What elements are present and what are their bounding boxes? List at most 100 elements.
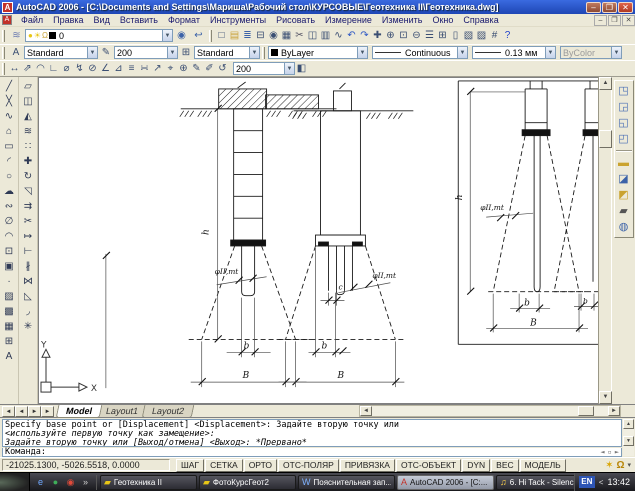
array-icon[interactable]: ∷ (20, 139, 37, 154)
dim-edit-icon[interactable]: ✎ (190, 61, 203, 76)
rectangle-icon[interactable]: ▭ (1, 139, 18, 154)
toolbar-grip[interactable] (2, 47, 5, 59)
dim-update-icon[interactable]: ↺ (216, 61, 229, 76)
break-at-point-icon[interactable]: ⊢ (20, 244, 37, 259)
menu-help[interactable]: Справка (458, 15, 503, 25)
dim-angular-icon[interactable]: ∠ (99, 61, 112, 76)
chevron-down-icon[interactable]: ▼ (249, 47, 259, 58)
tab-nav-first[interactable]: ◄ (2, 406, 15, 417)
toggle-dyn[interactable]: DYN (462, 459, 490, 472)
overlap-windows-icon-2[interactable]: ◲ (616, 99, 632, 115)
language-indicator[interactable]: EN (579, 476, 595, 488)
paste-icon[interactable]: ▥ (319, 28, 332, 43)
tab-nav-next[interactable]: ► (28, 406, 41, 417)
quick-dimension-icon[interactable]: ⊿ (112, 61, 125, 76)
dim-toolbar-style-dropdown[interactable]: 200 ▼ (233, 62, 295, 75)
move-icon[interactable]: ✚ (20, 154, 37, 169)
dim-style-manager-icon[interactable]: ◧ (295, 61, 308, 76)
command-scroll-left-icon[interactable]: ◄ (600, 448, 604, 456)
explode-icon[interactable]: ✳ (20, 319, 37, 334)
dim-radius-icon[interactable]: ⌀ (60, 61, 73, 76)
construction-line-icon[interactable]: ╳ (1, 94, 18, 109)
coordinates-readout[interactable]: -21025.1300, -5026.5518, 0.0000 (2, 459, 170, 471)
sheetset-manager-icon[interactable]: ▧ (462, 28, 475, 43)
text-style-dropdown[interactable]: Standard ▼ (24, 46, 98, 59)
menu-tools[interactable]: Инструменты (205, 15, 271, 25)
task-music-player[interactable]: ♫6. Hi Tack - Silence (... (496, 475, 574, 490)
chevron-down-icon[interactable]: ▼ (545, 47, 555, 58)
fillet-icon[interactable]: ◞ (20, 304, 37, 319)
horizontal-scroll-thumb[interactable] (578, 406, 594, 416)
plot-icon[interactable]: ⊟ (254, 28, 267, 43)
title-bar[interactable]: A AutoCAD 2006 - [C:\Documents and Setti… (0, 0, 635, 14)
zoom-window-icon[interactable]: ⊡ (397, 28, 410, 43)
toggle-osnap[interactable]: ПРИВЯЗКА (340, 459, 395, 472)
toolbar-grip[interactable] (2, 30, 5, 42)
toolbar-lock-icon[interactable]: Ω (616, 460, 624, 471)
offset-icon[interactable]: ≋ (20, 124, 37, 139)
menu-modify[interactable]: Изменить (377, 15, 428, 25)
chevron-down-icon[interactable]: ▼ (87, 47, 97, 58)
close-button[interactable]: ✕ (618, 2, 633, 13)
menu-edit[interactable]: Правка (48, 15, 88, 25)
start-button[interactable] (0, 473, 30, 491)
toggle-ortho[interactable]: ОРТО (244, 459, 277, 472)
plot-preview-icon[interactable]: ◉ (267, 28, 280, 43)
redo-icon[interactable]: ↷ (358, 28, 371, 43)
quicklaunch-browser-icon[interactable]: e (34, 476, 47, 489)
scroll-right-icon[interactable]: ► (608, 406, 620, 416)
multiline-text-icon[interactable]: A (1, 349, 18, 364)
insert-block-icon[interactable]: ⊡ (1, 244, 18, 259)
dim-style-dropdown[interactable]: 200 ▼ (114, 46, 178, 59)
status-chevron-down-icon[interactable]: ▾ (627, 461, 631, 469)
make-block-icon[interactable]: ▣ (1, 259, 18, 274)
polyline-icon[interactable]: ∿ (1, 109, 18, 124)
center-mark-icon[interactable]: ⊕ (177, 61, 190, 76)
mdi-restore-button[interactable]: ❐ (608, 15, 621, 26)
point-icon[interactable]: ∙ (1, 274, 18, 289)
chevron-down-icon[interactable]: ▼ (457, 47, 467, 58)
mdi-minimize-button[interactable]: – (594, 15, 607, 26)
scroll-left-icon[interactable]: ◄ (360, 406, 372, 416)
dim-continue-icon[interactable]: ∺ (138, 61, 151, 76)
toggle-polar[interactable]: ОТС-ПОЛЯР (278, 459, 339, 472)
zoom-previous-icon[interactable]: ⊖ (410, 28, 423, 43)
menu-dimension[interactable]: Измерение (320, 15, 377, 25)
tab-model[interactable]: Model (56, 405, 103, 418)
task-autocad[interactable]: AAutoCAD 2006 - [C:... (397, 475, 494, 490)
open-icon[interactable]: ▤ (228, 28, 241, 43)
toggle-lwt[interactable]: ВЕС (491, 459, 518, 472)
layout-sheet-icon-1[interactable]: ◪ (616, 171, 632, 187)
drawing-canvas[interactable]: h φII,mt b B b B c φII,mt h φII,mt b B b… (38, 77, 598, 404)
dim-text-edit-icon[interactable]: ✐ (203, 61, 216, 76)
toolbar-grip[interactable] (2, 63, 5, 75)
color-dropdown[interactable]: ByLayer ▼ (268, 46, 368, 59)
quicklaunch-overflow-chevron[interactable]: » (79, 476, 92, 489)
yellow-bar-tool-icon[interactable]: ▬ (616, 155, 632, 171)
chevron-down-icon[interactable]: ▼ (357, 47, 367, 58)
tab-layout2[interactable]: Layout2 (142, 405, 195, 418)
menu-format[interactable]: Формат (163, 15, 205, 25)
command-splitter[interactable]: ▫ (608, 448, 612, 456)
dim-baseline-icon[interactable]: ≡ (125, 61, 138, 76)
region-icon[interactable]: ▦ (1, 319, 18, 334)
dim-aligned-icon[interactable]: ⇗ (21, 61, 34, 76)
chevron-down-icon[interactable]: ▼ (167, 47, 177, 58)
publish-icon[interactable]: ▦ (280, 28, 293, 43)
dim-diameter-icon[interactable]: ⊘ (86, 61, 99, 76)
menu-insert[interactable]: Вставить (115, 15, 163, 25)
layer-properties-icon[interactable]: ≋ (8, 28, 25, 43)
mirror-icon[interactable]: ◭ (20, 109, 37, 124)
menu-window[interactable]: Окно (427, 15, 458, 25)
dim-arc-length-icon[interactable]: ◠ (34, 61, 47, 76)
properties-icon[interactable]: ☰ (423, 28, 436, 43)
command-input[interactable]: Команда: ◄ ▫ ► (2, 448, 622, 457)
trim-icon[interactable]: ✂ (20, 214, 37, 229)
minimize-button[interactable]: – (586, 2, 601, 13)
dim-linear-icon[interactable]: ↔ (8, 61, 21, 76)
menu-file[interactable]: Файл (16, 15, 48, 25)
arc-icon[interactable]: ◜ (1, 154, 18, 169)
tolerance-icon[interactable]: ⌖ (164, 61, 177, 76)
line-icon[interactable]: ╱ (1, 79, 18, 94)
quick-leader-icon[interactable]: ↗ (151, 61, 164, 76)
